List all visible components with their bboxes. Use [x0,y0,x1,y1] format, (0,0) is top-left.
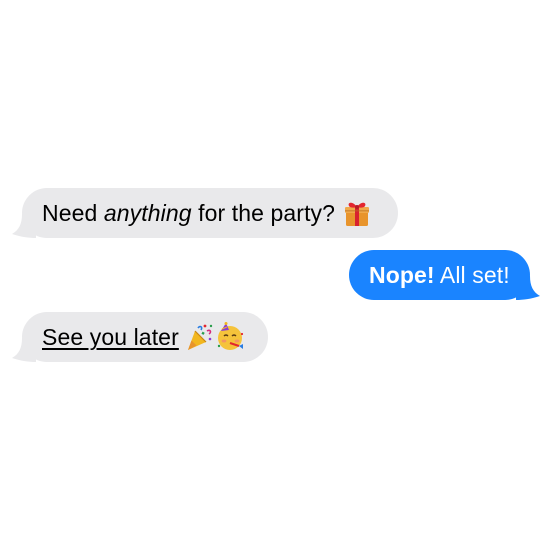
party-popper-icon [185,322,215,352]
message-text: See you later [42,324,185,350]
partying-face-icon [215,321,245,352]
bubble-tail [12,338,36,362]
message-text-lead: Need [42,200,104,226]
message-text: Need anything for the party? [42,200,342,226]
message-text-rest: All set! [434,262,510,288]
incoming-message-bubble[interactable]: See you later [12,312,268,362]
message-text-emphasis: anything [103,200,192,226]
incoming-message-bubble[interactable]: Need anything for the party? [12,188,398,238]
message-link[interactable]: See you later [42,324,179,350]
message-text-trail: for the party? [191,200,342,226]
bubble-tail [12,214,36,238]
gift-icon [342,198,372,228]
outgoing-message-bubble[interactable]: Nope! All set! [349,250,540,300]
message-text: Nope! All set! [369,262,510,288]
message-text-bold: Nope! [369,262,435,288]
bubble-tail [516,276,540,300]
